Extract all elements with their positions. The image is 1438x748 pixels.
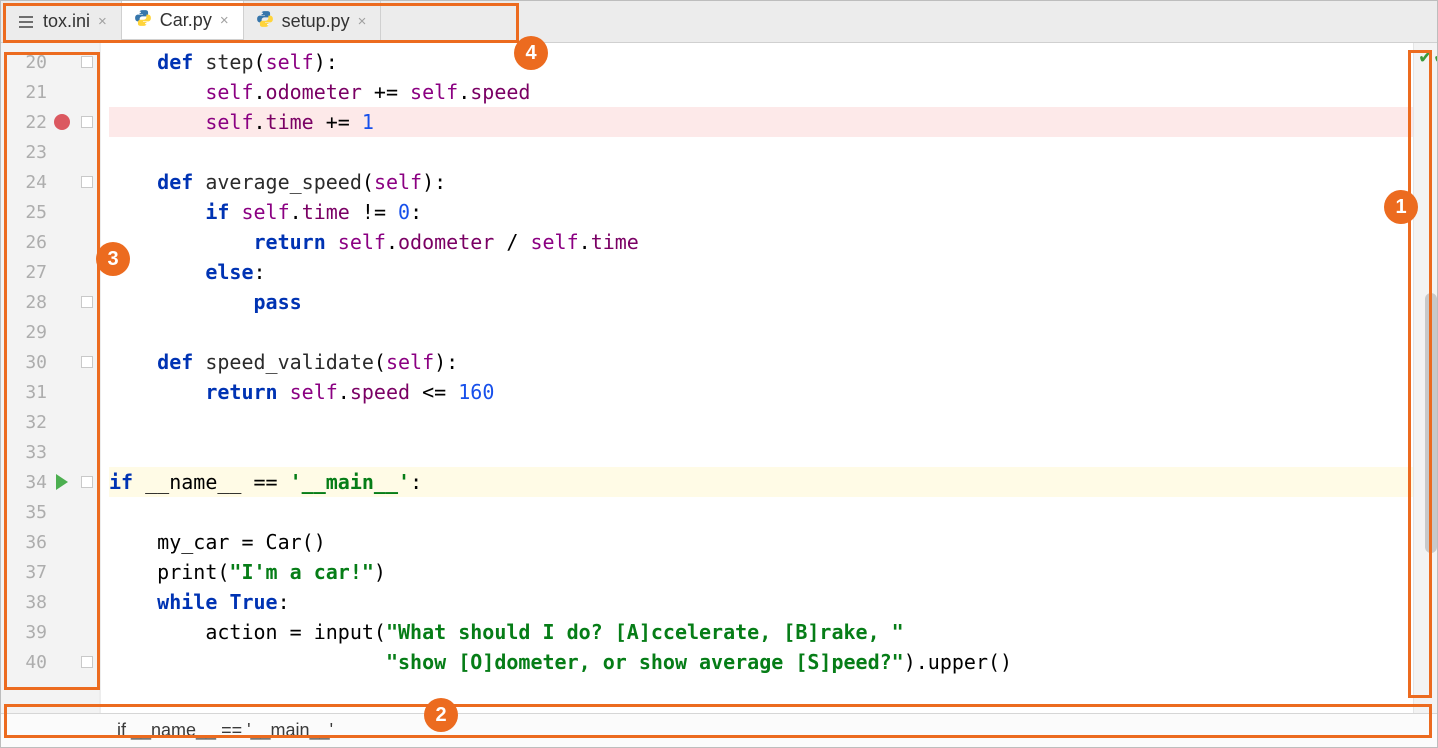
close-icon[interactable]: × [220,12,229,29]
code-line[interactable] [109,137,1413,167]
code-line[interactable]: def average_speed(self): [109,167,1413,197]
tab-Car-py[interactable]: Car.py × [122,1,244,42]
line-number: 40 [1,652,47,673]
gutter-row[interactable]: 39 [1,617,99,647]
code-line[interactable] [109,437,1413,467]
code-line[interactable] [109,407,1413,437]
breadcrumb-text: if __name__ == '__main__' [117,720,333,741]
code-line[interactable]: def speed_validate(self): [109,347,1413,377]
code-line[interactable]: if __name__ == '__main__': [109,467,1413,497]
gutter-row[interactable]: 33 [1,437,99,467]
code-line[interactable]: def step(self): [109,47,1413,77]
code-line[interactable]: self.odometer += self.speed [109,77,1413,107]
python-file-icon [256,10,274,33]
code-line[interactable]: my_car = Car() [109,527,1413,557]
line-number: 31 [1,382,47,403]
fold-handle-icon[interactable] [81,296,93,308]
line-number: 38 [1,592,47,613]
line-number: 34 [1,472,47,493]
gutter-row[interactable]: 37 [1,557,99,587]
line-number: 25 [1,202,47,223]
tab-bar: tox.ini × Car.py × setup.py × [1,1,1437,43]
code-line[interactable]: pass [109,287,1413,317]
tab-tox-ini[interactable]: tox.ini × [5,1,122,42]
code-line[interactable]: return self.odometer / self.time [109,227,1413,257]
line-number: 32 [1,412,47,433]
inspection-ok-icon: ✔✔ [1418,47,1437,68]
code-line[interactable]: return self.speed <= 160 [109,377,1413,407]
line-number: 39 [1,622,47,643]
gutter-row[interactable]: 20 [1,47,99,77]
close-icon[interactable]: × [358,13,367,30]
validation-strip[interactable]: ✔✔ [1413,43,1437,713]
line-number: 20 [1,52,47,73]
fold-handle-icon[interactable] [81,56,93,68]
line-number: 29 [1,322,47,343]
code-editor[interactable]: def step(self): self.odometer += self.sp… [101,43,1413,713]
line-number: 23 [1,142,47,163]
callout-4: 4 [514,36,548,70]
line-number: 36 [1,532,47,553]
code-line[interactable] [109,497,1413,527]
line-number: 28 [1,292,47,313]
callout-3: 3 [96,242,130,276]
breadcrumb-bar[interactable]: if __name__ == '__main__' [1,713,1437,747]
code-line[interactable]: self.time += 1 [109,107,1413,137]
gutter-row[interactable]: 31 [1,377,99,407]
line-number: 27 [1,262,47,283]
editor-gutter[interactable]: 20 21 22 23 24 25 26 27 28 29 30 31 32 33 34 35 36 37 38 39… [1,43,101,713]
run-icon[interactable] [56,474,68,490]
fold-handle-icon[interactable] [81,116,93,128]
fold-handle-icon[interactable] [81,356,93,368]
gutter-row[interactable]: 29 [1,317,99,347]
gutter-row[interactable]: 22 [1,107,99,137]
callout-2: 2 [424,698,458,732]
line-number: 26 [1,232,47,253]
gutter-row[interactable]: 21 [1,77,99,107]
gutter-row[interactable]: 27 [1,257,99,287]
gutter-row[interactable]: 40 [1,647,99,677]
ini-file-icon [17,13,35,31]
gutter-row[interactable]: 30 [1,347,99,377]
breakpoint-icon[interactable] [54,114,70,130]
gutter-row[interactable]: 38 [1,587,99,617]
line-number: 24 [1,172,47,193]
scrollbar-thumb[interactable] [1425,293,1437,553]
gutter-row[interactable]: 23 [1,137,99,167]
line-number: 30 [1,352,47,373]
tab-label: tox.ini [43,11,90,32]
code-line[interactable]: else: [109,257,1413,287]
gutter-row[interactable]: 32 [1,407,99,437]
gutter-row[interactable]: 26 [1,227,99,257]
tab-label: setup.py [282,11,350,32]
line-number: 33 [1,442,47,463]
gutter-row[interactable]: 24 [1,167,99,197]
gutter-row[interactable]: 28 [1,287,99,317]
close-icon[interactable]: × [98,13,107,30]
gutter-row[interactable]: 34 [1,467,99,497]
tab-setup-py[interactable]: setup.py × [244,1,382,42]
fold-handle-icon[interactable] [81,176,93,188]
tab-label: Car.py [160,10,212,31]
code-line[interactable]: "show [O]dometer, or show average [S]pee… [109,647,1413,677]
line-number: 21 [1,82,47,103]
code-line[interactable]: while True: [109,587,1413,617]
line-number: 37 [1,562,47,583]
python-file-icon [134,9,152,32]
fold-handle-icon[interactable] [81,476,93,488]
gutter-row[interactable]: 36 [1,527,99,557]
code-line[interactable]: if self.time != 0: [109,197,1413,227]
gutter-row[interactable]: 35 [1,497,99,527]
callout-1: 1 [1384,190,1418,224]
line-number: 35 [1,502,47,523]
code-line[interactable]: print("I'm a car!") [109,557,1413,587]
code-line[interactable] [109,317,1413,347]
gutter-row[interactable]: 25 [1,197,99,227]
code-line[interactable]: action = input("What should I do? [A]cce… [109,617,1413,647]
fold-handle-icon[interactable] [81,656,93,668]
line-number: 22 [1,112,47,133]
